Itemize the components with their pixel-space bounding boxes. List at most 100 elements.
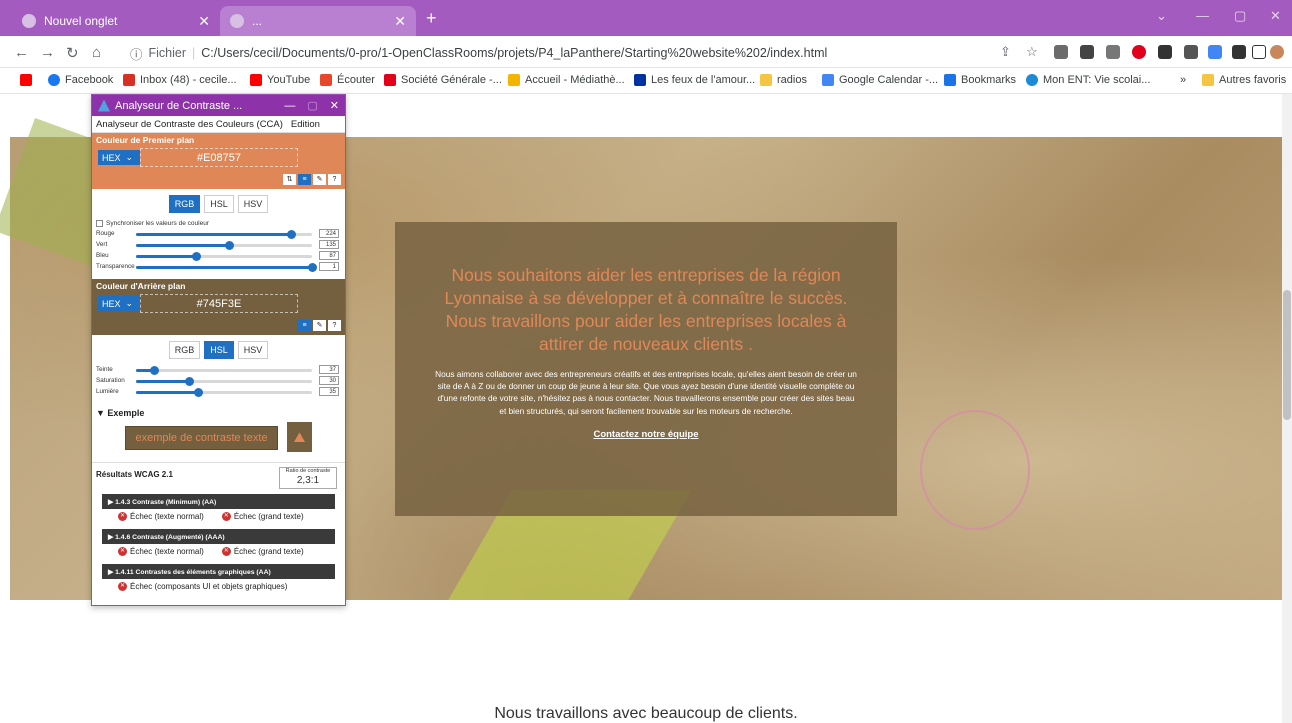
slider-knob[interactable] [184, 377, 194, 386]
bookmark-item[interactable]: Facebook [48, 74, 113, 86]
reload-icon[interactable]: ↻ [66, 44, 79, 62]
background-format-select[interactable]: HEX ⌄ [98, 296, 140, 311]
maximize-button[interactable]: ▢ [307, 99, 317, 112]
sync-checkbox[interactable]: Synchroniser les valeurs de couleur [96, 220, 345, 227]
sidebar-icon[interactable] [1252, 45, 1266, 59]
tab-hsv[interactable]: HSV [237, 195, 269, 213]
slider-knob[interactable] [193, 388, 203, 397]
bookmark-item[interactable]: Bookmarks [944, 74, 1016, 86]
foreground-hex-input[interactable]: #E08757 [140, 148, 298, 167]
bookmark-item[interactable]: radios [760, 74, 807, 86]
slider-track[interactable] [136, 230, 312, 239]
opera-extension-icon[interactable] [1132, 45, 1146, 59]
slider-value-input[interactable]: 135 [319, 240, 339, 249]
bookmark-item[interactable]: Accueil - Médiathè... [508, 74, 625, 86]
maximize-button[interactable]: ▢ [1234, 8, 1246, 24]
slider-track[interactable] [136, 388, 312, 397]
tab-rgb[interactable]: RGB [168, 195, 201, 213]
slider-track[interactable] [136, 377, 312, 386]
eyedropper-icon[interactable]: ✎ [313, 174, 326, 185]
close-tab-icon[interactable]: ✕ [198, 13, 210, 30]
tab-new-tab[interactable]: Nouvel onglet ✕ [12, 6, 220, 36]
slider-track[interactable] [136, 366, 312, 375]
tab-search-icon[interactable]: ⌄ [1156, 8, 1167, 24]
close-button[interactable]: ✕ [330, 99, 339, 112]
profile-avatar[interactable] [1270, 45, 1284, 59]
chevron-down-icon: ⌄ [125, 152, 134, 162]
bookmark-item[interactable] [20, 74, 37, 86]
eyedropper-icon[interactable]: ✎ [313, 320, 326, 331]
slider-value-input[interactable]: 87 [319, 251, 339, 260]
extension-icon[interactable] [1054, 45, 1068, 59]
criteria-list: ▶ 1.4.3 Contraste (Minimum) (AA) ✕ Échec (… [92, 494, 345, 594]
menu-cca[interactable]: Analyseur de Contraste des Couleurs (CCA… [96, 119, 283, 130]
hero-paragraph: Nous aimons collaborer avec des entrepre… [435, 369, 857, 416]
tab-hsl[interactable]: HSL [204, 341, 234, 359]
slider-knob[interactable] [192, 252, 202, 261]
cca-title-bar[interactable]: Analyseur de Contraste ... — ▢ ✕ [92, 95, 345, 116]
other-favorites-folder[interactable]: Autres favoris [1202, 74, 1286, 86]
bookmark-item[interactable]: Google Calendar -... [822, 74, 938, 86]
bookmark-item[interactable]: Société Générale -... [384, 74, 502, 86]
ent-icon [1026, 74, 1038, 86]
scrollbar-thumb[interactable] [1283, 290, 1291, 420]
bookmark-star-icon[interactable]: ☆ [1026, 44, 1038, 60]
slider-value-input[interactable]: 35 [319, 387, 339, 396]
background-label: Couleur d'Arrière plan [96, 281, 186, 291]
bookmark-item[interactable]: Inbox (48) - cecile... [123, 74, 237, 86]
swap-icon[interactable]: ⇅ [283, 174, 296, 185]
slider-value-input[interactable]: 30 [319, 376, 339, 385]
minimize-button[interactable]: — [284, 100, 295, 112]
extensions-puzzle-icon[interactable] [1232, 45, 1246, 59]
slider-knob[interactable] [225, 241, 235, 250]
extension-icon[interactable] [1080, 45, 1094, 59]
slider-value-input[interactable]: 224 [319, 229, 339, 238]
address-input[interactable]: ⓘ Fichier | C:/Users/cecil/Documents/0-p… [130, 42, 970, 64]
close-tab-icon[interactable]: ✕ [394, 13, 406, 30]
criterion-header[interactable]: ▶ 1.4.3 Contraste (Minimum) (AA) [102, 494, 335, 509]
tab-active[interactable]: ... ✕ [220, 6, 416, 36]
extension-icon[interactable] [1158, 45, 1172, 59]
slider-track[interactable] [136, 263, 317, 272]
background-hex-input[interactable]: #745F3E [140, 294, 298, 313]
home-icon[interactable]: ⌂ [92, 44, 101, 61]
extension-icon[interactable] [1208, 45, 1222, 59]
example-toggle[interactable]: ▼ Exemple [96, 408, 345, 418]
extension-icon[interactable] [1106, 45, 1120, 59]
extension-icon[interactable] [1184, 45, 1198, 59]
bookmark-item[interactable]: YouTube [250, 74, 310, 86]
slider-fill [136, 266, 312, 269]
criterion-header[interactable]: ▶ 1.4.11 Contrastes des éléments graphiq… [102, 564, 335, 579]
tab-hsv[interactable]: HSV [237, 341, 269, 359]
menu-edition[interactable]: Edition [291, 119, 320, 130]
bookmark-item[interactable]: Écouter [320, 74, 375, 86]
slider-track[interactable] [136, 252, 312, 261]
back-icon[interactable]: ← [14, 44, 29, 61]
help-icon[interactable]: ? [328, 320, 341, 331]
forward-icon[interactable]: → [40, 44, 55, 61]
close-window-button[interactable]: ✕ [1270, 8, 1281, 24]
criterion-header[interactable]: ▶ 1.4.6 Contraste (Augmenté) (AAA) [102, 529, 335, 544]
slider-value-input[interactable]: 1 [319, 262, 339, 271]
slider-value-input[interactable]: 37 [319, 365, 339, 374]
cca-menu-bar: Analyseur de Contraste des Couleurs (CCA… [92, 116, 345, 133]
slider-label: Rouge [96, 230, 115, 237]
slider-knob[interactable] [150, 366, 160, 375]
tab-hsl[interactable]: HSL [204, 195, 234, 213]
contact-team-link[interactable]: Contactez notre équipe [593, 429, 698, 440]
bookmark-item[interactable]: Mon ENT: Vie scolai... [1026, 74, 1150, 86]
slider-knob[interactable] [308, 263, 317, 272]
minimize-button[interactable]: — [1196, 8, 1209, 23]
new-tab-button[interactable]: + [426, 8, 437, 29]
slider-knob[interactable] [286, 230, 296, 239]
tab-rgb[interactable]: RGB [168, 341, 201, 359]
foreground-format-select[interactable]: HEX ⌄ [98, 150, 140, 165]
sliders-icon[interactable]: ≡ [298, 320, 311, 331]
share-icon[interactable]: ⇪ [1000, 44, 1011, 60]
slider-fill [136, 233, 291, 236]
more-bookmarks-button[interactable]: » [1180, 74, 1186, 86]
bookmark-item[interactable]: Les feux de l'amour... [634, 74, 755, 86]
sliders-icon[interactable]: ≡ [298, 174, 311, 185]
help-icon[interactable]: ? [328, 174, 341, 185]
slider-track[interactable] [136, 241, 312, 250]
